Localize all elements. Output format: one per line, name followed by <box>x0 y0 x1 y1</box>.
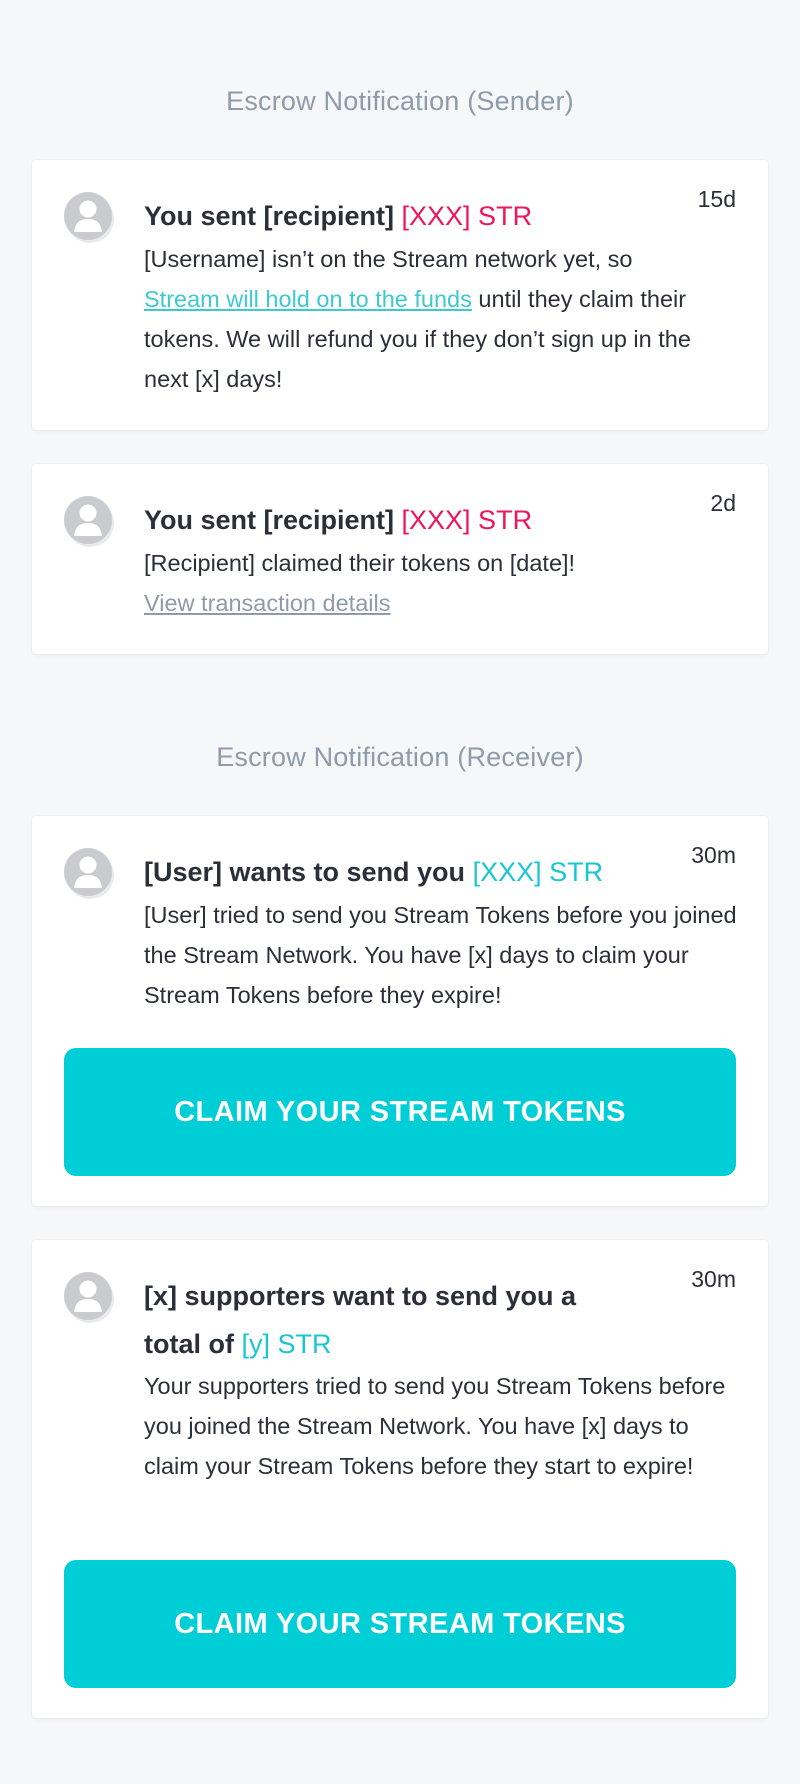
title-text: [x] supporters want to send you a total … <box>144 1281 577 1359</box>
body-text: [Recipient] claimed their tokens on [dat… <box>144 550 576 576</box>
escrow-info-link[interactable]: Stream will hold on to the funds <box>144 286 472 312</box>
notification-card-claimed[interactable]: 2d You sent [recipient] [XXX] STR [Recip… <box>32 464 768 654</box>
section-title-receiver: Escrow Notification (Receiver) <box>216 742 584 772</box>
user-avatar-icon <box>64 1272 112 1320</box>
timestamp: 15d <box>697 186 736 212</box>
token-amount: [XXX] STR <box>401 201 533 231</box>
notification-body: [User] tried to send you Stream Tokens b… <box>144 902 737 1008</box>
notification-title: You sent [recipient] [XXX] STR <box>144 192 532 240</box>
user-avatar-icon <box>64 848 112 896</box>
timestamp: 30m <box>691 1266 736 1292</box>
title-text: [User] wants to send you <box>144 857 473 887</box>
section-title-sender: Escrow Notification (Sender) <box>226 86 574 116</box>
view-transaction-details-link[interactable]: View transaction details <box>144 590 390 616</box>
claim-tokens-button[interactable]: CLAIM YOUR STREAM TOKENS <box>64 1560 736 1688</box>
notification-title: [x] supporters want to send you a total … <box>144 1272 624 1368</box>
token-amount: [y] STR <box>241 1329 332 1359</box>
notification-title: [User] wants to send you [XXX] STR <box>144 848 603 896</box>
timestamp: 2d <box>710 490 736 516</box>
timestamp: 30m <box>691 842 736 868</box>
notification-body: Your supporters tried to send you Stream… <box>144 1373 726 1479</box>
user-avatar-icon <box>64 496 112 544</box>
title-text: You sent [recipient] <box>144 505 402 535</box>
notification-body: [Recipient] claimed their tokens on [dat… <box>144 543 724 623</box>
notification-card-sent-escrow[interactable]: 15d You sent [recipient] [XXX] STR [User… <box>32 160 768 430</box>
claim-tokens-button[interactable]: CLAIM YOUR STREAM TOKENS <box>64 1048 736 1176</box>
notification-title: You sent [recipient] [XXX] STR <box>144 496 532 544</box>
notification-body: [Username] isn’t on the Stream network y… <box>144 239 704 399</box>
notification-card-receive-single[interactable]: 30m [User] wants to send you [XXX] STR [… <box>32 816 768 1206</box>
title-text: You sent [recipient] <box>144 201 402 231</box>
token-amount: [XXX] STR <box>401 505 533 535</box>
user-avatar-icon <box>64 192 112 240</box>
notification-card-receive-multiple[interactable]: 30m [x] supporters want to send you a to… <box>32 1240 768 1718</box>
token-amount: [XXX] STR <box>472 857 604 887</box>
body-text: [Username] isn’t on the Stream network y… <box>144 246 633 272</box>
